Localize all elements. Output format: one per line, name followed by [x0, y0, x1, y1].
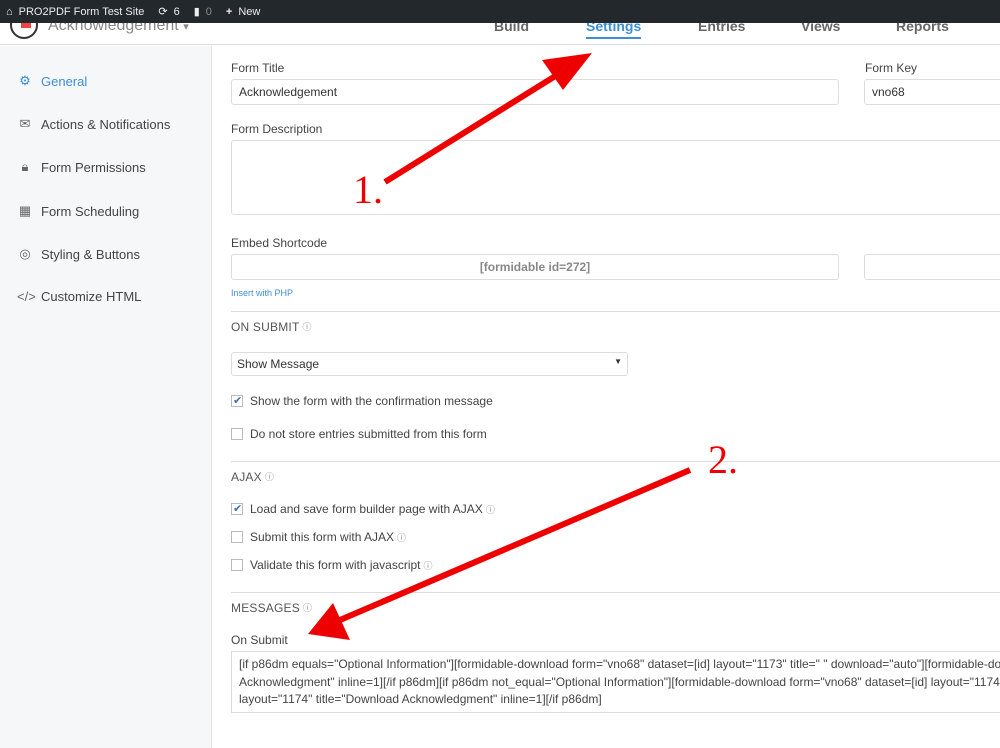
annotation-label-2: 2. [708, 437, 738, 482]
arrow-1 [383, 53, 592, 185]
arrow-2 [308, 467, 692, 640]
annotation-arrows [308, 53, 692, 640]
annotation-label-1: 1. [353, 167, 383, 212]
